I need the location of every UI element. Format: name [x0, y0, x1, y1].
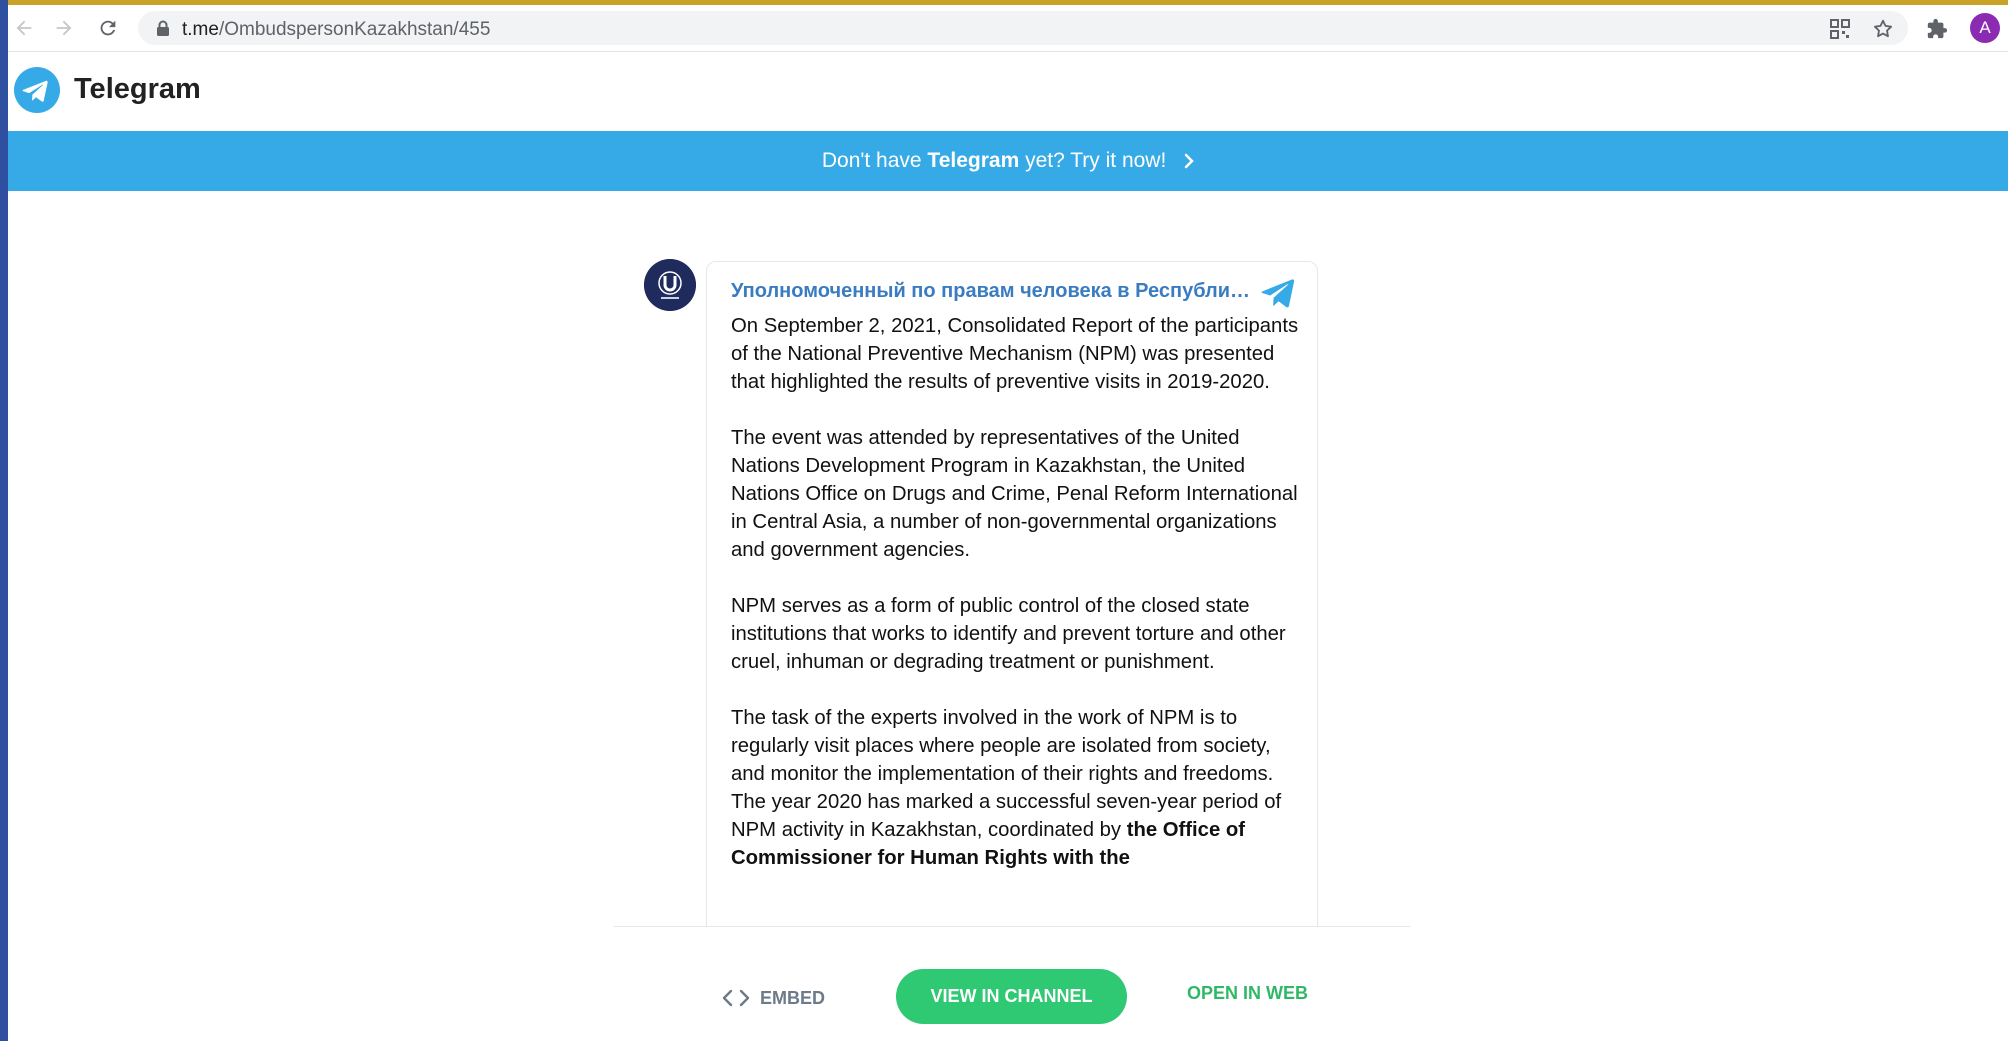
- lock-icon: [157, 20, 169, 36]
- banner-prefix: Don't have: [821, 149, 928, 172]
- telegram-brand: Telegram: [74, 73, 201, 105]
- embed-label: EMBED: [760, 987, 826, 1008]
- post-text: On September 2, 2021, Consolidated Repor…: [731, 312, 1301, 900]
- star-icon: [1874, 19, 1892, 38]
- open-in-web-link[interactable]: OPEN IN WEB: [1187, 983, 1308, 1004]
- post-paragraph: The task of the experts involved in the …: [731, 707, 1282, 869]
- qr-code-button[interactable]: [1823, 12, 1857, 46]
- bookmark-button[interactable]: [1866, 12, 1900, 46]
- post-card: Уполномоченный по правам человека в Респ…: [706, 261, 1318, 927]
- back-icon: [16, 20, 32, 36]
- forward-icon: [56, 20, 72, 36]
- browser-toolbar: t.me/OmbudspersonKazakhstan/455 A: [8, 5, 2008, 52]
- post-paragraph: The event was attended by representative…: [731, 427, 1298, 561]
- channel-avatar[interactable]: [644, 259, 696, 311]
- back-button[interactable]: [8, 12, 40, 44]
- qr-code-icon: [1830, 19, 1850, 39]
- embed-button[interactable]: EMBED: [722, 983, 825, 1013]
- url-text: t.me/OmbudspersonKazakhstan/455: [182, 19, 491, 40]
- channel-name-link[interactable]: Уполномоченный по правам человека в Респ…: [731, 280, 1251, 303]
- actions-divider: [614, 926, 1410, 927]
- code-brackets-icon: [722, 989, 750, 1007]
- post-paragraph: NPM serves as a form of public control o…: [731, 595, 1286, 673]
- ombudsman-emblem-icon: [644, 259, 696, 311]
- window-frame-left: [0, 0, 8, 1041]
- telegram-logo-icon[interactable]: [14, 67, 60, 113]
- forward-button[interactable]: [48, 12, 80, 44]
- banner-suffix: yet? Try it now!: [1019, 149, 1167, 172]
- banner-brand: Telegram: [927, 149, 1020, 172]
- view-in-channel-button[interactable]: VIEW IN CHANNEL: [896, 969, 1127, 1024]
- reload-icon: [100, 20, 116, 36]
- download-banner[interactable]: Don't have Telegram yet? Try it now!: [8, 131, 2008, 191]
- telegram-header: Telegram: [8, 52, 2008, 130]
- chevron-right-icon: [1184, 154, 1194, 169]
- post-paragraph: On September 2, 2021, Consolidated Repor…: [731, 315, 1299, 393]
- extensions-button[interactable]: [1920, 12, 1954, 46]
- profile-avatar[interactable]: A: [1970, 13, 2000, 43]
- telegram-plane-icon: [1261, 279, 1295, 308]
- extensions-icon: [1927, 18, 1948, 39]
- address-bar[interactable]: t.me/OmbudspersonKazakhstan/455: [138, 11, 1908, 45]
- reload-button[interactable]: [92, 12, 124, 44]
